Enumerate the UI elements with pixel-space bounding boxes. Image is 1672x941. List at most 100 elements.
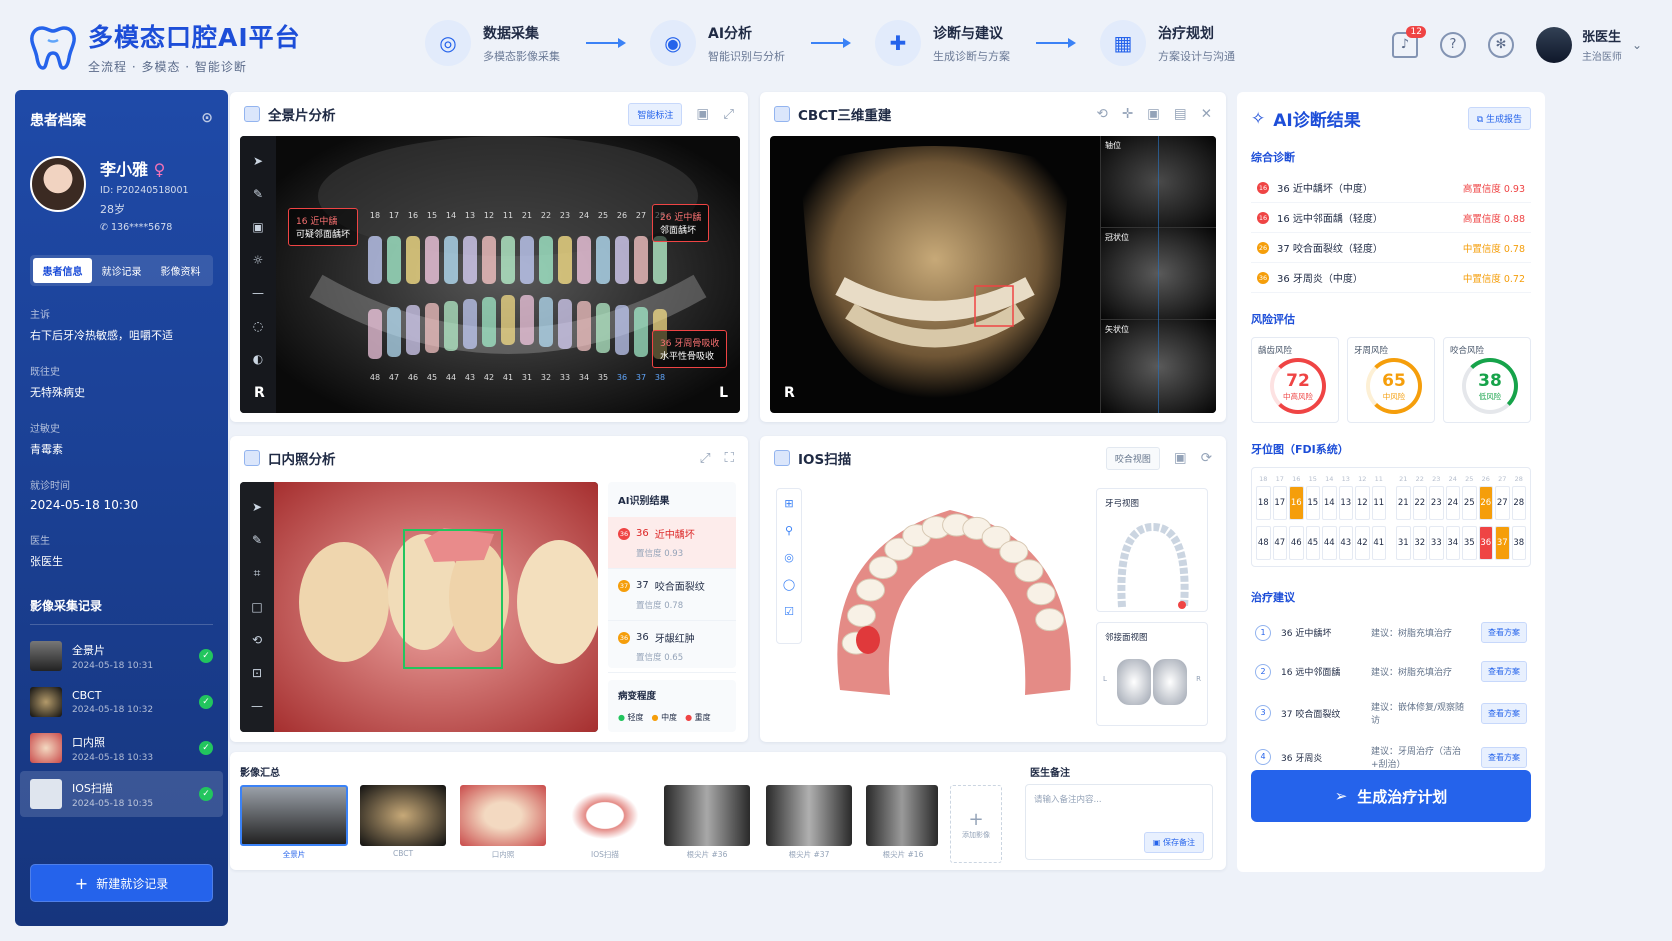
diagnosis-item[interactable]: 16 16 远中邻面龋（轻度） 高置信度 0.88 <box>1251 203 1531 233</box>
brightness-icon[interactable]: ☼ <box>253 253 264 267</box>
record-item[interactable]: 口内照 2024-05-18 10:33 ✓ <box>20 725 223 771</box>
line-icon[interactable]: — <box>251 699 263 713</box>
tooth-36[interactable]: 36 <box>1478 526 1493 560</box>
measure-icon[interactable]: ⚲ <box>785 524 793 537</box>
generate-plan-button[interactable]: ➢ 生成治疗计划 <box>1251 770 1531 822</box>
arch-view[interactable]: 牙弓视图 <box>1096 488 1208 612</box>
tab-visit-records[interactable]: 就诊记录 <box>92 258 151 283</box>
select-icon[interactable]: ⊞ <box>784 497 793 510</box>
tooth-11[interactable]: 11 <box>1371 486 1386 520</box>
reset-icon[interactable]: ⟳ <box>1201 450 1212 466</box>
risk-card-perio[interactable]: 牙周风险 65 中风险 <box>1347 337 1435 423</box>
tooth-17[interactable]: 17 <box>1272 486 1287 520</box>
tooth-46[interactable]: 46 <box>1289 526 1304 560</box>
check-box-icon[interactable]: ☑ <box>784 605 794 618</box>
tooth-43[interactable]: 43 <box>1338 526 1353 560</box>
line-icon[interactable]: — <box>252 286 264 300</box>
panorama-viewer[interactable]: ➤✎▣☼—◌◐ 18171615141312112122232425262728… <box>240 136 740 413</box>
layers-icon[interactable]: ▤ <box>1174 106 1187 122</box>
close-icon[interactable]: ✕ <box>1201 106 1212 122</box>
record-item[interactable]: IOS扫描 2024-05-18 10:35 ✓ <box>20 771 223 817</box>
expand-icon[interactable]: ⤢ <box>700 450 711 466</box>
fullscreen-icon[interactable]: ⛶ <box>725 450 734 466</box>
add-image-button[interactable]: + 添加影像 <box>950 785 1002 863</box>
smart-annotate-button[interactable]: 智能标注 <box>628 102 683 126</box>
tooth-34[interactable]: 34 <box>1445 526 1460 560</box>
tooth-24[interactable]: 24 <box>1445 486 1460 520</box>
save-notes-button[interactable]: ▣ 保存备注 <box>1143 832 1204 853</box>
gallery-thumb-pa37[interactable] <box>766 785 852 846</box>
cbct-viewer[interactable]: R 轴位 冠状位 矢状位 <box>770 136 1216 413</box>
gallery-thumb-intraoral[interactable] <box>460 785 546 846</box>
zoom-icon[interactable]: ⊡ <box>252 666 262 680</box>
finding-tag-26[interactable]: 26 近中龋 邻面龋坏 <box>652 204 710 242</box>
move-icon[interactable]: ✛ <box>1122 106 1133 122</box>
view-plan-button[interactable]: 查看方案 <box>1481 622 1527 643</box>
step-treatment-plan[interactable]: ▦ 治疗规划 方案设计与沟通 <box>1100 20 1235 66</box>
snapshot-icon[interactable]: ▣ <box>696 106 709 122</box>
tooth-31[interactable]: 31 <box>1396 526 1411 560</box>
intraoral-viewer[interactable]: ➤ ✎ ⌗ □ ⟲ ⊡ — <box>240 482 598 732</box>
gallery-thumb-panorama[interactable] <box>240 785 348 846</box>
bell-icon[interactable]: ♪ 12 <box>1391 25 1426 58</box>
diagnosis-item[interactable]: 26 37 咬合面裂纹（轻度） 中置信度 0.78 <box>1251 233 1531 263</box>
tab-patient-info[interactable]: 患者信息 <box>33 258 92 283</box>
diagnosis-item[interactable]: 36 36 牙周炎（中度） 中置信度 0.72 <box>1251 263 1531 293</box>
risk-card-caries[interactable]: 龋齿风险 72 中高风险 <box>1251 337 1339 423</box>
diagnosis-item[interactable]: 16 36 近中龋坏（中度） 高置信度 0.93 <box>1251 173 1531 203</box>
tooth-37[interactable]: 37 <box>1495 526 1510 560</box>
tooth-41[interactable]: 41 <box>1371 526 1386 560</box>
generate-report-button[interactable]: ⧉ 生成报告 <box>1467 107 1531 130</box>
tooth-25[interactable]: 25 <box>1462 486 1477 520</box>
rotate-icon[interactable]: ⟲ <box>252 633 262 647</box>
tooth-13[interactable]: 13 <box>1338 486 1353 520</box>
tooth-22[interactable]: 22 <box>1412 486 1427 520</box>
gallery-thumb-pa36[interactable] <box>664 785 750 846</box>
record-item[interactable]: 全景片 2024-05-18 10:31 ✓ <box>20 633 223 679</box>
tooth-21[interactable]: 21 <box>1396 486 1411 520</box>
notes-input[interactable]: 请输入备注内容... ▣ 保存备注 <box>1025 784 1213 860</box>
gallery-thumb-pa16[interactable] <box>866 785 938 846</box>
new-visit-button[interactable]: + 新建就诊记录 <box>30 864 213 902</box>
ai-finding[interactable]: 37 37 咬合面裂纹 置信度 0.78 <box>608 569 736 621</box>
step-diagnosis[interactable]: ✚ 诊断与建议 生成诊断与方案 <box>875 20 1010 66</box>
camera-icon[interactable]: ▣ <box>1174 450 1187 466</box>
view-plan-button[interactable]: 查看方案 <box>1481 746 1527 768</box>
tooth-27[interactable]: 27 <box>1495 486 1510 520</box>
tooth-14[interactable]: 14 <box>1322 486 1337 520</box>
sphere-icon[interactable]: ◯ <box>783 578 795 591</box>
tooth-38[interactable]: 38 <box>1511 526 1526 560</box>
tooth-16[interactable]: 16 <box>1289 486 1304 520</box>
tooth-26[interactable]: 26 <box>1478 486 1493 520</box>
collapse-icon[interactable]: ⊙ <box>201 110 213 130</box>
step-data-collect[interactable]: ◎ 数据采集 多模态影像采集 <box>425 20 560 66</box>
marker-icon[interactable]: ◎ <box>784 551 794 564</box>
tooth-42[interactable]: 42 <box>1355 526 1370 560</box>
fullscreen-icon[interactable]: ⤢ <box>723 106 734 122</box>
tooth-33[interactable]: 33 <box>1429 526 1444 560</box>
pen-icon[interactable]: ✎ <box>252 533 262 547</box>
pointer-icon[interactable]: ➤ <box>252 500 262 514</box>
record-item[interactable]: CBCT 2024-05-18 10:32 ✓ <box>20 679 223 725</box>
save-icon[interactable]: ▣ <box>252 220 263 234</box>
square-icon[interactable]: □ <box>251 600 262 614</box>
finding-tag-16[interactable]: 16 近中龋 可疑邻面龋坏 <box>288 208 359 246</box>
contrast-icon[interactable]: ◐ <box>253 352 263 366</box>
proximal-view[interactable]: 邻接面视图 L R <box>1096 622 1208 726</box>
user-menu[interactable]: 张医生 主治医师 ⌄ <box>1535 26 1642 63</box>
tooth-35[interactable]: 35 <box>1462 526 1477 560</box>
view-plan-button[interactable]: 查看方案 <box>1481 661 1527 682</box>
tooth-45[interactable]: 45 <box>1305 526 1320 560</box>
gallery-thumb-ios[interactable] <box>562 785 648 846</box>
view-plan-button[interactable]: 查看方案 <box>1481 702 1527 724</box>
camera-icon[interactable]: ▣ <box>1147 106 1160 122</box>
tooth-18[interactable]: 18 <box>1256 486 1271 520</box>
gear-icon[interactable]: ✻ <box>1487 31 1514 58</box>
step-ai-analysis[interactable]: ◉ AI分析 智能识别与分析 <box>650 20 785 66</box>
rotate-icon[interactable]: ⟲ <box>1097 106 1108 122</box>
tab-image-data[interactable]: 影像资料 <box>151 258 210 283</box>
gallery-thumb-cbct[interactable] <box>360 785 446 846</box>
pen-icon[interactable]: ✎ <box>253 187 263 201</box>
tooth-28[interactable]: 28 <box>1511 486 1526 520</box>
help-icon[interactable]: ? <box>1439 31 1466 58</box>
